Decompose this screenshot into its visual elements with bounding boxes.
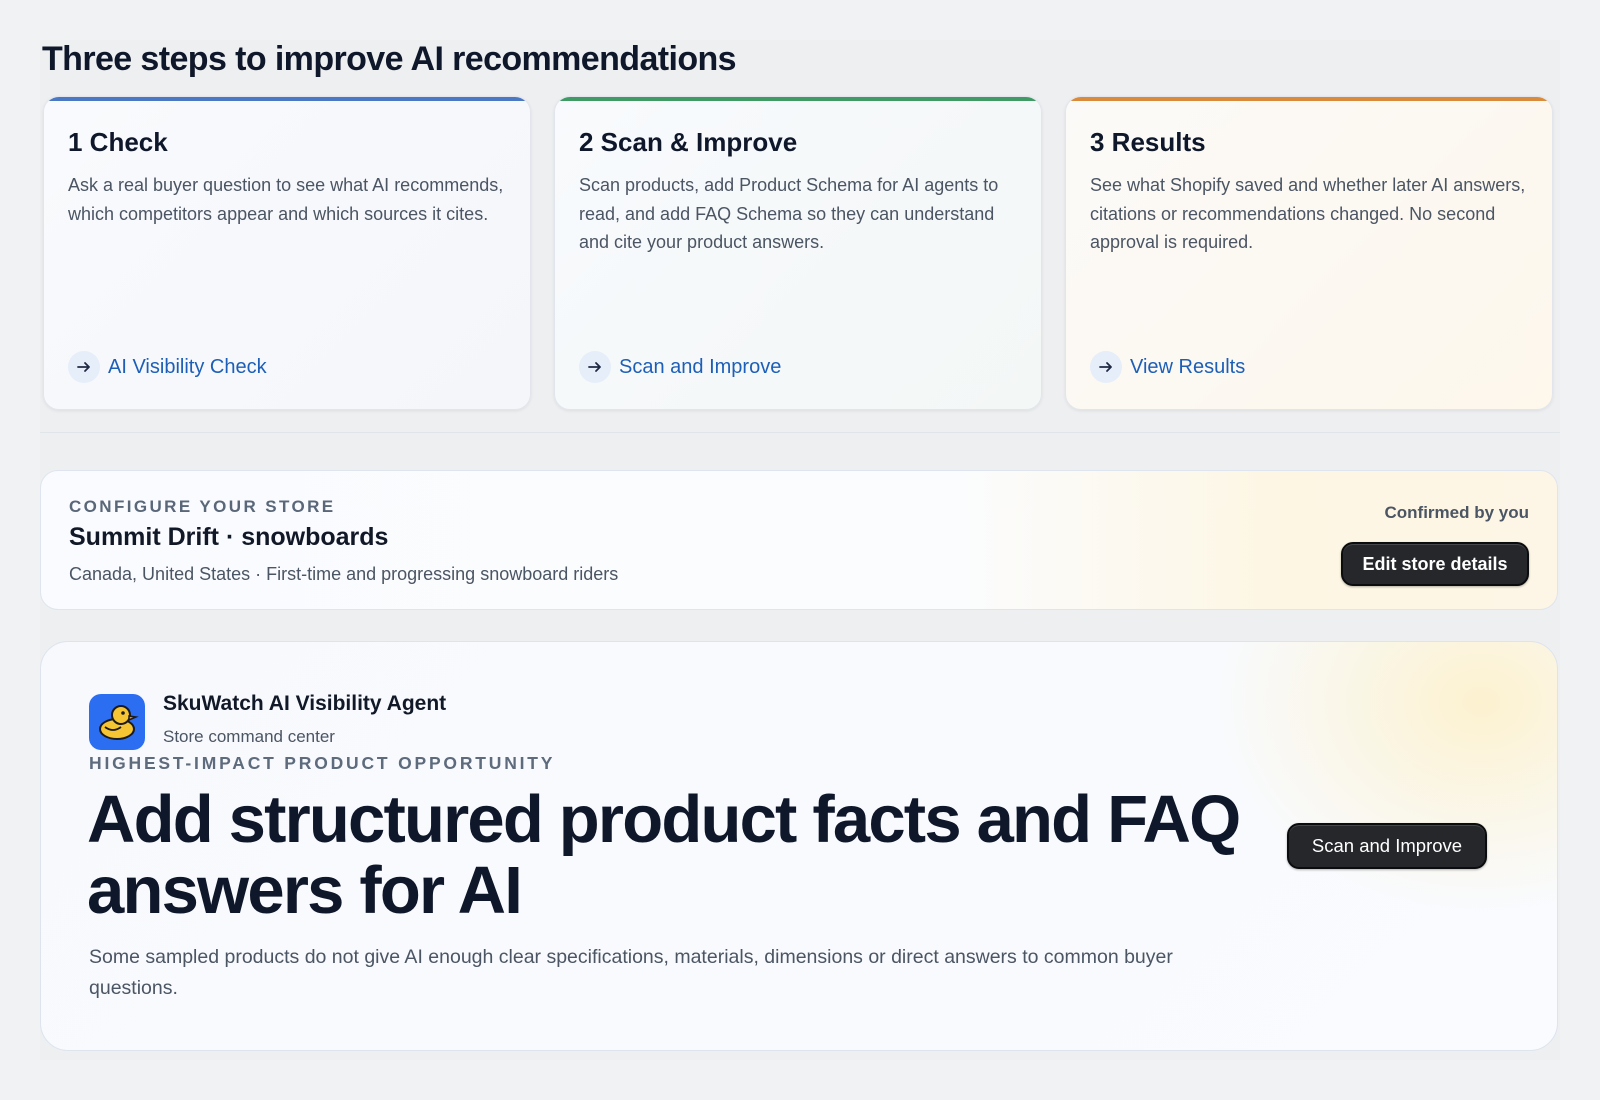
view-results-link[interactable]: View Results bbox=[1090, 351, 1245, 383]
opportunity-title: Add structured product facts and FAQ ans… bbox=[87, 782, 1241, 928]
step-title: 3 Results bbox=[1090, 127, 1206, 157]
scan-and-improve-button[interactable]: Scan and Improve bbox=[1287, 823, 1487, 869]
page: Three steps to improve AI recommendation… bbox=[40, 40, 1560, 1060]
step-description: See what Shopify saved and whether later… bbox=[1090, 175, 1526, 252]
agent-subtitle: Store command center bbox=[163, 727, 335, 746]
arrow-right-icon bbox=[579, 351, 611, 383]
confirmed-status: Confirmed by you bbox=[1384, 503, 1529, 522]
edit-store-details-button[interactable]: Edit store details bbox=[1341, 542, 1529, 586]
step-description: Ask a real buyer question to see what AI… bbox=[68, 175, 504, 224]
opportunity-eyebrow: HIGHEST-IMPACT PRODUCT OPPORTUNITY bbox=[89, 753, 556, 773]
step-title: 1 Check bbox=[68, 127, 168, 157]
duck-icon bbox=[89, 694, 145, 750]
opportunity-hero-card: SkuWatch AI Visibility Agent Store comma… bbox=[40, 641, 1558, 1051]
step-link-label: AI Visibility Check bbox=[108, 355, 267, 378]
store-config-card: CONFIGURE YOUR STORE Summit Drift · snow… bbox=[40, 470, 1558, 610]
arrow-right-icon bbox=[68, 351, 100, 383]
agent-name: SkuWatch AI Visibility Agent bbox=[163, 692, 447, 715]
store-name: Summit Drift · snowboards bbox=[69, 523, 389, 551]
section-divider bbox=[40, 432, 1560, 433]
scan-and-improve-link[interactable]: Scan and Improve bbox=[579, 351, 781, 383]
step-description: Scan products, add Product Schema for AI… bbox=[579, 175, 999, 252]
store-eyebrow: CONFIGURE YOUR STORE bbox=[69, 497, 336, 516]
step-card-scan-improve: 2 Scan & Improve Scan products, add Prod… bbox=[554, 96, 1042, 410]
arrow-right-icon bbox=[1090, 351, 1122, 383]
step-card-check: 1 Check Ask a real buyer question to see… bbox=[43, 96, 531, 410]
step-link-label: View Results bbox=[1130, 355, 1246, 378]
ai-visibility-check-link[interactable]: AI Visibility Check bbox=[68, 351, 267, 383]
step-link-label: Scan and Improve bbox=[619, 355, 782, 378]
step-card-results: 3 Results See what Shopify saved and whe… bbox=[1065, 96, 1553, 410]
store-meta: Canada, United States · First-time and p… bbox=[69, 564, 619, 584]
step-title: 2 Scan & Improve bbox=[579, 127, 798, 157]
opportunity-description: Some sampled products do not give AI eno… bbox=[89, 946, 1173, 999]
steps-section-title: Three steps to improve AI recommendation… bbox=[42, 40, 737, 78]
